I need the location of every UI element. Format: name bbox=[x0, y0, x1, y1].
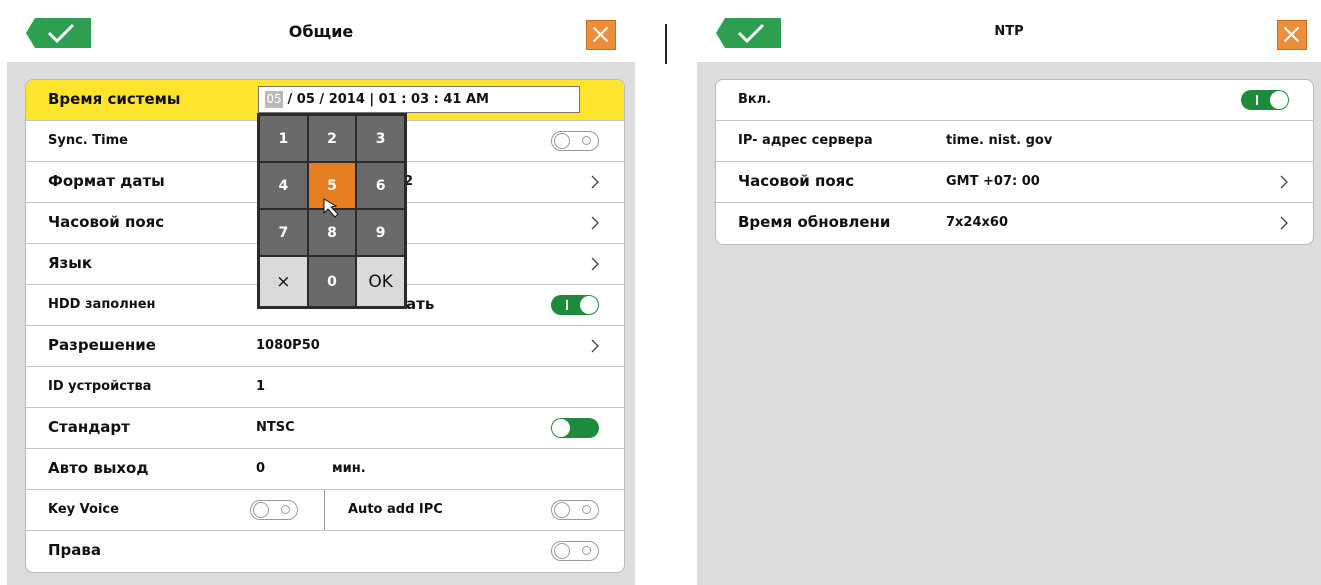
row-label: Стандарт bbox=[48, 418, 130, 436]
close-icon bbox=[1283, 26, 1300, 43]
row-standard[interactable]: Стандарт NTSC bbox=[26, 408, 624, 449]
row-value: NTSC bbox=[256, 420, 295, 435]
row-unit: мин. bbox=[332, 461, 366, 476]
key-9[interactable]: 9 bbox=[357, 210, 404, 255]
row-ntp-update-time[interactable]: Время обновлени 7x24x60 bbox=[716, 203, 1313, 244]
row-label: Key Voice bbox=[48, 502, 119, 517]
row-resolution[interactable]: Разрешение 1080P50 bbox=[26, 326, 624, 367]
close-button[interactable] bbox=[1277, 20, 1307, 50]
key-clear[interactable]: × bbox=[260, 257, 307, 306]
titlebar: Общие bbox=[7, 0, 635, 62]
key-ok[interactable]: OK bbox=[357, 257, 404, 306]
chevron-right-icon bbox=[591, 175, 599, 189]
row-label: HDD заполнен bbox=[48, 297, 156, 312]
chevron-right-icon bbox=[591, 216, 599, 230]
row-value: 7x24x60 bbox=[946, 215, 1008, 230]
general-settings-panel: Общие Время системы 05 / 05 / 2014 | 01 … bbox=[7, 0, 635, 585]
key-0[interactable]: 0 bbox=[308, 257, 356, 306]
row-ntp-enable[interactable]: Вкл. bbox=[716, 80, 1313, 121]
key-voice-toggle[interactable] bbox=[250, 500, 298, 520]
row-label: Часовой пояс bbox=[48, 213, 165, 231]
row-label: Авто выход bbox=[48, 459, 149, 477]
row-label: Разрешение bbox=[48, 336, 156, 354]
row-key-voice-auto-add: Key Voice Auto add IPC bbox=[26, 490, 624, 531]
close-icon bbox=[592, 26, 609, 43]
row-value: GMT +07: 00 bbox=[946, 174, 1040, 189]
auto-add-ipc-toggle[interactable] bbox=[551, 500, 599, 520]
key-7[interactable]: 7 bbox=[260, 210, 307, 255]
ntp-settings-list: Вкл. IP- адрес сервера time. nist. gov Ч… bbox=[715, 79, 1314, 245]
ntp-settings-panel: NTP Вкл. IP- адрес сервера time. nist. g… bbox=[697, 0, 1321, 585]
divider bbox=[324, 490, 325, 530]
date-time-input[interactable]: 05 / 05 / 2014 | 01 : 03 : 41 AM bbox=[258, 86, 580, 113]
row-auto-exit[interactable]: Авто выход 0 мин. bbox=[26, 449, 624, 490]
row-label: Auto add IPC bbox=[348, 502, 443, 517]
row-value: 1 bbox=[256, 379, 266, 394]
chevron-right-icon bbox=[1280, 175, 1288, 189]
row-label: Вкл. bbox=[738, 92, 772, 107]
row-value: 0 bbox=[256, 461, 266, 476]
chevron-right-icon bbox=[591, 339, 599, 353]
page-title: Общие bbox=[288, 22, 354, 41]
titlebar: NTP bbox=[697, 0, 1321, 62]
hdd-full-toggle[interactable] bbox=[551, 295, 599, 315]
key-3[interactable]: 3 bbox=[357, 116, 404, 161]
day-cursor[interactable]: 05 bbox=[265, 91, 283, 108]
page-title: NTP bbox=[994, 24, 1024, 39]
row-device-id[interactable]: ID устройства 1 bbox=[26, 367, 624, 408]
row-value: 1080P50 bbox=[256, 338, 320, 353]
row-label: Время обновлени bbox=[738, 213, 891, 231]
row-label: Формат даты bbox=[48, 172, 165, 190]
row-label: IP- адрес сервера bbox=[738, 133, 873, 148]
row-ntp-time-zone[interactable]: Часовой пояс GMT +07: 00 bbox=[716, 162, 1313, 203]
row-ntp-server[interactable]: IP- адрес сервера time. nist. gov bbox=[716, 121, 1313, 162]
chevron-right-icon bbox=[591, 257, 599, 271]
mouse-cursor-icon bbox=[323, 198, 339, 218]
key-2[interactable]: 2 bbox=[308, 116, 356, 161]
row-label: ID устройства bbox=[48, 379, 152, 394]
row-rights[interactable]: Права bbox=[26, 531, 624, 572]
sync-time-toggle[interactable] bbox=[551, 131, 599, 151]
standard-toggle[interactable] bbox=[551, 418, 599, 438]
row-label: Sync. Time bbox=[48, 133, 128, 148]
row-value: ать bbox=[406, 295, 435, 313]
key-4[interactable]: 4 bbox=[260, 163, 307, 208]
key-6[interactable]: 6 bbox=[357, 163, 404, 208]
date-time-value: / 05 / 2014 | 01 : 03 : 41 AM bbox=[287, 92, 489, 107]
key-1[interactable]: 1 bbox=[260, 116, 307, 161]
row-label: Время системы bbox=[48, 90, 181, 108]
close-button[interactable] bbox=[586, 20, 616, 50]
row-label: Язык bbox=[48, 254, 93, 272]
panel-separator bbox=[665, 24, 667, 64]
rights-toggle[interactable] bbox=[551, 541, 599, 561]
row-label: Часовой пояс bbox=[738, 172, 855, 190]
chevron-right-icon bbox=[1280, 216, 1288, 230]
row-label: Права bbox=[48, 541, 102, 559]
row-value: time. nist. gov bbox=[946, 133, 1053, 148]
ntp-enable-toggle[interactable] bbox=[1241, 90, 1289, 110]
